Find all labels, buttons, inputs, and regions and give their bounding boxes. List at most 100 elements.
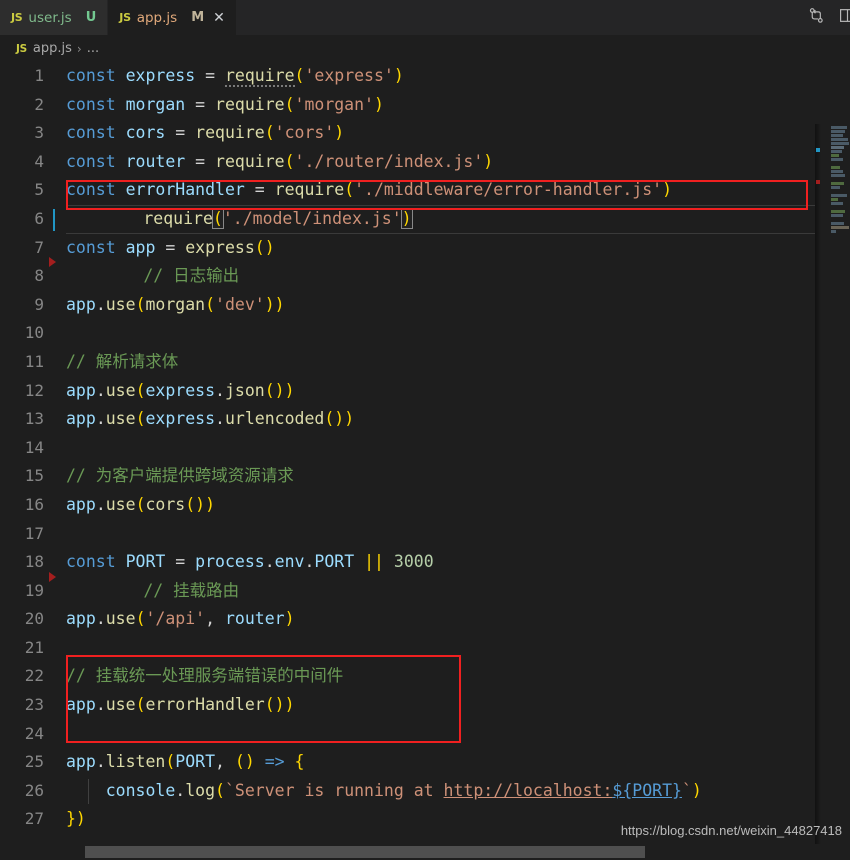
line-content: // 为客户端提供跨域资源请求 <box>66 466 294 486</box>
code-line[interactable]: 7 const app = express() <box>0 234 850 263</box>
code-line[interactable]: 14 <box>0 434 850 463</box>
chevron-right-icon: › <box>76 41 82 56</box>
line-gutter <box>44 634 66 663</box>
line-content: const express = require('express') <box>66 66 404 87</box>
tab-user-js[interactable]: JS user.js U <box>0 0 109 35</box>
breadcrumb[interactable]: JS app.js › ... <box>0 35 850 62</box>
line-number: 16 <box>24 494 44 514</box>
line-number: 21 <box>24 637 44 657</box>
code-line[interactable]: 16 app.use(cors()) <box>0 491 850 520</box>
breadcrumb-file[interactable]: app.js <box>33 41 72 56</box>
code-line[interactable]: 2 const morgan = require('morgan') <box>0 91 850 120</box>
code-line[interactable]: 18 const PORT = process.env.PORT || 3000 <box>0 548 850 577</box>
line-number: 17 <box>24 523 44 543</box>
code-line[interactable]: 10 <box>0 319 850 348</box>
line-number: 11 <box>24 351 44 371</box>
code-line[interactable]: 12 app.use(express.json()) <box>0 377 850 406</box>
code-line[interactable]: 8 // 日志输出 <box>0 257 850 291</box>
close-icon[interactable]: ✕ <box>213 11 225 25</box>
line-content: app.use('/api', router) <box>66 609 295 629</box>
line-content: app.use(express.json()) <box>66 380 295 400</box>
code-line[interactable]: 11 // 解析请求体 <box>0 348 850 377</box>
line-gutter <box>44 662 66 691</box>
line-number: 10 <box>24 323 44 343</box>
code-line[interactable]: 25 app.listen(PORT, () => { <box>0 748 850 777</box>
code-line[interactable]: 17 <box>0 520 850 549</box>
js-file-icon: JS <box>16 42 27 55</box>
code-line[interactable]: 24 <box>0 720 850 749</box>
line-gutter <box>44 319 66 348</box>
code-line[interactable]: 3 const cors = require('cors') <box>0 119 850 148</box>
line-number: 4 <box>34 151 44 171</box>
line-content: // 挂载统一处理服务端错误的中间件 <box>66 666 344 686</box>
line-content: const PORT = process.env.PORT || 3000 <box>66 552 434 572</box>
horizontal-scrollbar-track[interactable] <box>0 844 850 860</box>
code-line[interactable]: 1 const express = require('express') <box>0 62 850 91</box>
code-line[interactable]: 5 const errorHandler = require('./middle… <box>0 176 850 205</box>
line-content: const morgan = require('morgan') <box>66 94 384 114</box>
code-line[interactable]: 13 app.use(express.urlencoded()) <box>0 405 850 434</box>
code-line[interactable]: 15 // 为客户端提供跨域资源请求 <box>0 462 850 491</box>
source-control-compare-icon[interactable] <box>808 7 825 28</box>
js-file-icon: JS <box>119 11 131 24</box>
line-number: 18 <box>24 552 44 572</box>
line-gutter <box>44 691 66 720</box>
split-editor-icon[interactable] <box>839 7 850 28</box>
minimap[interactable] <box>815 124 850 844</box>
line-content: const errorHandler = require('./middlewa… <box>66 180 673 200</box>
line-content: const router = require('./router/index.j… <box>66 151 494 171</box>
editor-tab-bar: JS user.js U JS app.js M ✕ <box>0 0 850 35</box>
code-line[interactable]: 19 // 挂载路由 <box>0 571 850 606</box>
watermark-text: https://blog.csdn.net/weixin_44827418 <box>620 823 842 838</box>
code-line[interactable]: 22 // 挂载统一处理服务端错误的中间件 <box>0 662 850 691</box>
line-content: // 日志输出 <box>143 266 240 286</box>
line-content: app.use(morgan('dev')) <box>66 294 285 314</box>
line-content: const app = express() <box>66 237 275 257</box>
line-number: 5 <box>34 180 44 200</box>
line-gutter <box>44 571 143 606</box>
tab-app-js[interactable]: JS app.js M ✕ <box>108 0 237 35</box>
tab-status-badge: U <box>85 10 97 25</box>
code-line[interactable]: 4 const router = require('./router/index… <box>0 148 850 177</box>
git-deleted-marker-icon[interactable] <box>49 257 56 268</box>
line-number: 1 <box>34 66 44 85</box>
line-content: console.log(`Server is running at http:/… <box>66 777 850 806</box>
line-content: app.use(cors()) <box>66 494 216 514</box>
line-gutter <box>44 62 66 91</box>
line-gutter <box>44 91 66 120</box>
line-gutter <box>44 257 143 291</box>
line-gutter <box>44 720 66 749</box>
code-line[interactable]: 9 app.use(morgan('dev')) <box>0 291 850 320</box>
line-number: 22 <box>24 666 44 686</box>
line-number: 2 <box>34 94 44 114</box>
line-gutter <box>44 605 66 634</box>
code-line[interactable]: 20 app.use('/api', router) <box>0 605 850 634</box>
code-editor[interactable]: 1 const express = require('express') 2 c… <box>0 62 850 844</box>
code-line-current[interactable]: 6 require('./model/index.js') <box>0 204 850 234</box>
code-line[interactable]: 23 app.use(errorHandler()) <box>0 691 850 720</box>
git-deleted-marker-icon[interactable] <box>49 571 56 582</box>
tab-status-badge: M <box>191 10 205 25</box>
line-gutter <box>44 777 66 806</box>
line-gutter <box>44 377 66 406</box>
line-gutter <box>44 491 66 520</box>
line-number: 3 <box>34 123 44 143</box>
line-gutter <box>44 291 66 320</box>
horizontal-scrollbar-thumb[interactable] <box>85 846 645 858</box>
editor-actions <box>808 0 850 35</box>
code-line[interactable]: 26 console.log(`Server is running at htt… <box>0 777 850 806</box>
line-number: 13 <box>24 409 44 429</box>
tab-label: user.js <box>28 9 72 26</box>
code-line[interactable]: 21 <box>0 634 850 663</box>
line-number: 27 <box>24 809 44 829</box>
line-number: 24 <box>24 723 44 743</box>
breadcrumb-ellipsis[interactable]: ... <box>87 41 99 56</box>
text-cursor <box>53 208 55 231</box>
js-file-icon: JS <box>11 11 23 24</box>
minimap-change-marker <box>816 180 820 184</box>
line-number: 26 <box>24 780 44 800</box>
line-content: // 解析请求体 <box>66 351 179 371</box>
line-content: require('./model/index.js') <box>143 207 413 229</box>
line-gutter <box>44 405 66 434</box>
tab-label: app.js <box>136 9 178 26</box>
